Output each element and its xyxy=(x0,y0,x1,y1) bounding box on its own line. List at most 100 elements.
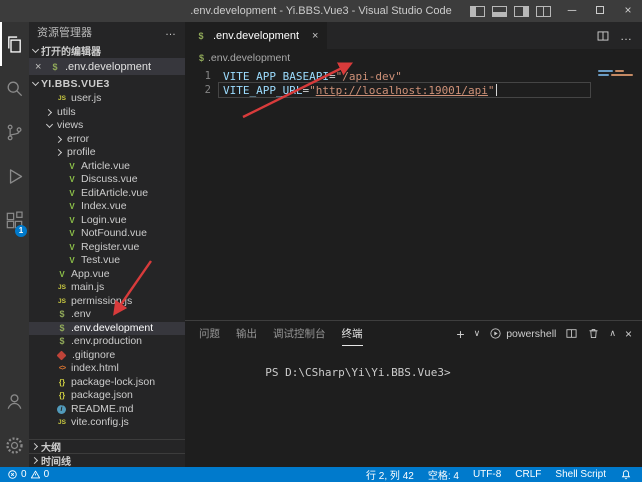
tree-item-package-lock.json[interactable]: {}package-lock.json xyxy=(29,376,185,390)
json-file-icon: {} xyxy=(55,376,69,390)
outline-section[interactable]: 大纲 xyxy=(29,439,185,453)
open-editor-item[interactable]: × $ .env.development xyxy=(29,58,185,75)
open-editors-header[interactable]: 打开的编辑器 xyxy=(29,42,185,58)
tree-item-label: error xyxy=(67,133,89,147)
tree-item-EditArticle.vue[interactable]: VEditArticle.vue xyxy=(29,187,185,201)
extensions-badge: 1 xyxy=(15,225,27,237)
js-file-icon: JS xyxy=(55,295,69,309)
indentation-setting[interactable]: 空格: 4 xyxy=(428,467,459,482)
chevron-down-icon xyxy=(29,43,41,57)
tree-item-.gitignore[interactable]: .gitignore xyxy=(29,349,185,363)
tree-item-label: index.html xyxy=(71,362,119,376)
file-encoding[interactable]: UTF-8 xyxy=(473,469,501,480)
tree-item-Register.vue[interactable]: VRegister.vue xyxy=(29,241,185,255)
close-editor-icon[interactable]: × xyxy=(35,61,45,73)
tree-item-profile[interactable]: profile xyxy=(29,146,185,160)
explorer-icon[interactable] xyxy=(0,22,29,66)
tree-item-label: EditArticle.vue xyxy=(81,187,148,201)
maximize-panel-icon[interactable]: ∧ xyxy=(609,328,616,339)
panel-tab-调试控制台[interactable]: 调试控制台 xyxy=(273,321,326,346)
split-terminal-icon[interactable] xyxy=(565,327,578,340)
vue-file-icon: V xyxy=(65,214,79,228)
close-button[interactable]: × xyxy=(614,0,642,22)
sidebar-title: 资源管理器 xyxy=(37,24,92,40)
terminal-profile-select[interactable]: powershell xyxy=(489,327,556,340)
vue-file-icon: V xyxy=(65,187,79,201)
url-link[interactable]: http://localhost:19001/api xyxy=(316,84,488,97)
panel-tab-问题[interactable]: 问题 xyxy=(199,321,220,346)
customize-layout-icon[interactable] xyxy=(536,6,551,17)
cursor-position[interactable]: 行 2, 列 42 xyxy=(366,467,414,482)
problems-indicator[interactable]: 0 0 xyxy=(7,469,49,480)
minimap[interactable] xyxy=(594,68,640,78)
split-editor-icon[interactable] xyxy=(596,29,610,43)
tab-env-development[interactable]: $ .env.development × xyxy=(185,22,328,49)
new-terminal-icon[interactable]: + xyxy=(456,326,464,342)
tree-item-.env[interactable]: $.env xyxy=(29,308,185,322)
env-file-icon: $ xyxy=(55,322,69,336)
error-icon xyxy=(7,469,18,480)
maximize-button[interactable] xyxy=(586,0,614,22)
env-file-icon: $ xyxy=(55,308,69,322)
tree-item-App.vue[interactable]: VApp.vue xyxy=(29,268,185,282)
run-debug-icon[interactable] xyxy=(0,154,29,198)
tree-item-permission.js[interactable]: JSpermission.js xyxy=(29,295,185,309)
tree-item-error[interactable]: error xyxy=(29,133,185,147)
env-key: VITE_APP_URL xyxy=(223,84,302,97)
panel-tab-输出[interactable]: 输出 xyxy=(236,321,257,346)
account-icon[interactable] xyxy=(0,379,29,423)
tree-item-label: Login.vue xyxy=(81,214,127,228)
timeline-section[interactable]: 时间线 xyxy=(29,453,185,467)
tree-item-main.js[interactable]: JSmain.js xyxy=(29,281,185,295)
tree-item-Login.vue[interactable]: VLogin.vue xyxy=(29,214,185,228)
tree-item-NotFound.vue[interactable]: VNotFound.vue xyxy=(29,227,185,241)
env-file-icon: $ xyxy=(194,31,208,41)
toggle-sidebar-icon[interactable] xyxy=(470,6,485,17)
language-mode[interactable]: Shell Script xyxy=(555,469,606,480)
env-value: "/api-dev" xyxy=(336,70,402,83)
tree-item-Article.vue[interactable]: VArticle.vue xyxy=(29,160,185,174)
tree-item-Test.vue[interactable]: VTest.vue xyxy=(29,254,185,268)
tree-item-label: permission.js xyxy=(71,295,132,309)
powershell-play-icon xyxy=(489,327,502,340)
tree-item-Index.vue[interactable]: VIndex.vue xyxy=(29,200,185,214)
code-line-1: 1VITE_APP_BASEAPI="/api-dev" xyxy=(185,69,642,83)
toggle-panel-icon[interactable] xyxy=(492,6,507,17)
tree-item-utils[interactable]: utils xyxy=(29,106,185,120)
env-file-icon: $ xyxy=(55,335,69,349)
code-area[interactable]: 1VITE_APP_BASEAPI="/api-dev" 2VITE_APP_U… xyxy=(185,66,642,320)
tree-item-vite.config.js[interactable]: JSvite.config.js xyxy=(29,416,185,430)
outline-label: 大纲 xyxy=(41,439,61,454)
minimize-button[interactable]: ─ xyxy=(558,0,586,22)
project-root-label: YI.BBS.VUE3 xyxy=(41,78,110,90)
tree-item-user.js[interactable]: JSuser.js xyxy=(29,92,185,106)
close-panel-icon[interactable]: × xyxy=(625,327,632,341)
tree-item-index.html[interactable]: <>index.html xyxy=(29,362,185,376)
tree-item-Discuss.vue[interactable]: VDiscuss.vue xyxy=(29,173,185,187)
tree-item-package.json[interactable]: {}package.json xyxy=(29,389,185,403)
toggle-secondary-sidebar-icon[interactable] xyxy=(514,6,529,17)
tree-item-views[interactable]: views xyxy=(29,119,185,133)
js-file-icon: JS xyxy=(55,416,69,430)
settings-gear-icon[interactable] xyxy=(0,423,29,467)
window-title: .env.development - Yi.BBS.Vue3 - Visual … xyxy=(190,0,452,22)
source-control-icon[interactable] xyxy=(0,110,29,154)
kill-terminal-icon[interactable] xyxy=(587,327,600,340)
search-icon[interactable] xyxy=(0,66,29,110)
notifications-bell-icon[interactable] xyxy=(620,469,632,481)
tree-item-label: package.json xyxy=(71,389,133,403)
more-actions-icon[interactable]: … xyxy=(165,26,177,38)
eol-setting[interactable]: CRLF xyxy=(515,469,541,480)
tab-close-icon[interactable]: × xyxy=(312,30,318,42)
breadcrumb-file[interactable]: .env.development xyxy=(208,52,290,64)
project-root-header[interactable]: YI.BBS.VUE3 xyxy=(29,75,185,92)
tree-item-.env.production[interactable]: $.env.production xyxy=(29,335,185,349)
tree-item-.env.development[interactable]: $.env.development xyxy=(29,322,185,336)
tree-item-README.md[interactable]: iREADME.md xyxy=(29,403,185,417)
terminal-output[interactable]: PS D:\CSharp\Yi\Yi.BBS.Vue3> xyxy=(185,346,642,467)
chevron-down-icon[interactable]: ∨ xyxy=(474,328,481,339)
breadcrumb[interactable]: $ .env.development xyxy=(185,49,642,66)
panel-tab-终端[interactable]: 终端 xyxy=(342,321,363,346)
more-actions-icon[interactable]: … xyxy=(620,29,632,43)
extensions-icon[interactable]: 1 xyxy=(0,198,29,242)
